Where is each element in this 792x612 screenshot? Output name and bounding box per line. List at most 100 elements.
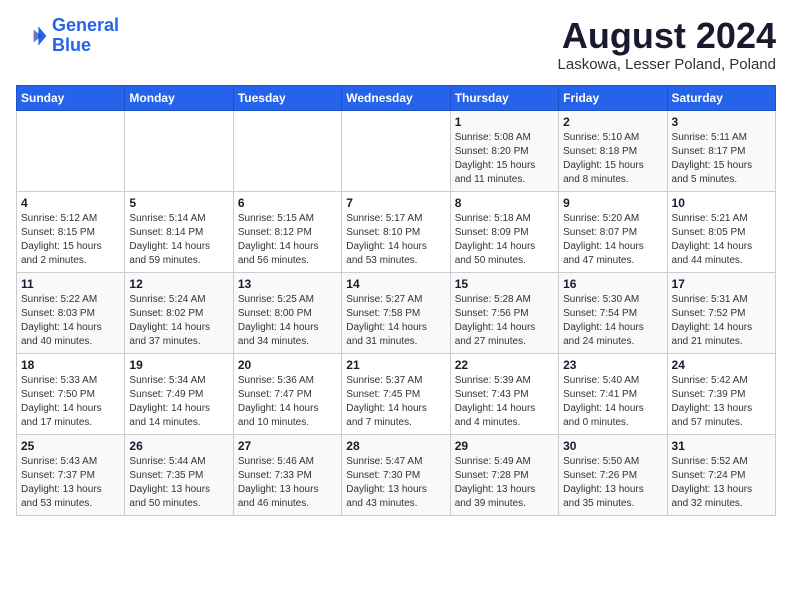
day-number: 1 <box>455 115 554 129</box>
calendar-cell: 5 Sunrise: 5:14 AM Sunset: 8:14 PM Daylig… <box>125 191 233 272</box>
main-title: August 2024 <box>558 16 776 56</box>
calendar-cell: 16 Sunrise: 5:30 AM Sunset: 7:54 PM Dayli… <box>559 272 667 353</box>
day-number: 20 <box>238 358 337 372</box>
day-number: 16 <box>563 277 662 291</box>
day-info: Sunrise: 5:46 AM Sunset: 7:33 PM Dayligh… <box>238 455 337 511</box>
header: General Blue August 2024 Laskowa, Lesser… <box>16 16 776 73</box>
day-number: 29 <box>455 439 554 453</box>
day-info: Sunrise: 5:33 AM Sunset: 7:50 PM Dayligh… <box>21 374 120 430</box>
day-info: Sunrise: 5:21 AM Sunset: 8:05 PM Dayligh… <box>672 212 771 268</box>
day-number: 24 <box>672 358 771 372</box>
day-info: Sunrise: 5:50 AM Sunset: 7:26 PM Dayligh… <box>563 455 662 511</box>
calendar-cell: 20 Sunrise: 5:36 AM Sunset: 7:47 PM Dayli… <box>233 353 341 434</box>
day-info: Sunrise: 5:44 AM Sunset: 7:35 PM Dayligh… <box>129 455 228 511</box>
calendar-cell: 7 Sunrise: 5:17 AM Sunset: 8:10 PM Daylig… <box>342 191 450 272</box>
day-info: Sunrise: 5:18 AM Sunset: 8:09 PM Dayligh… <box>455 212 554 268</box>
day-info: Sunrise: 5:39 AM Sunset: 7:43 PM Dayligh… <box>455 374 554 430</box>
calendar-cell: 1Sunrise: 5:08 AM Sunset: 8:20 PM Daylig… <box>450 110 558 191</box>
calendar-cell: 18 Sunrise: 5:33 AM Sunset: 7:50 PM Dayli… <box>17 353 125 434</box>
day-info: Sunrise: 5:25 AM Sunset: 8:00 PM Dayligh… <box>238 293 337 349</box>
header-friday: Friday <box>559 85 667 110</box>
calendar-cell: 2Sunrise: 5:10 AM Sunset: 8:18 PM Daylig… <box>559 110 667 191</box>
calendar-cell: 15 Sunrise: 5:28 AM Sunset: 7:56 PM Dayli… <box>450 272 558 353</box>
day-number: 21 <box>346 358 445 372</box>
day-info: Sunrise: 5:37 AM Sunset: 7:45 PM Dayligh… <box>346 374 445 430</box>
calendar-cell: 4 Sunrise: 5:12 AM Sunset: 8:15 PM Daylig… <box>17 191 125 272</box>
day-info: Sunrise: 5:28 AM Sunset: 7:56 PM Dayligh… <box>455 293 554 349</box>
day-info: Sunrise: 5:14 AM Sunset: 8:14 PM Dayligh… <box>129 212 228 268</box>
day-number: 12 <box>129 277 228 291</box>
title-block: August 2024 Laskowa, Lesser Poland, Pola… <box>558 16 776 73</box>
day-number: 19 <box>129 358 228 372</box>
week-row-3: 18 Sunrise: 5:33 AM Sunset: 7:50 PM Dayli… <box>17 353 776 434</box>
day-number: 28 <box>346 439 445 453</box>
day-number: 26 <box>129 439 228 453</box>
day-info: Sunrise: 5:49 AM Sunset: 7:28 PM Dayligh… <box>455 455 554 511</box>
calendar-cell: 8Sunrise: 5:18 AM Sunset: 8:09 PM Daylig… <box>450 191 558 272</box>
day-info: Sunrise: 5:24 AM Sunset: 8:02 PM Dayligh… <box>129 293 228 349</box>
day-number: 17 <box>672 277 771 291</box>
logo-icon <box>16 20 48 52</box>
day-info: Sunrise: 5:12 AM Sunset: 8:15 PM Dayligh… <box>21 212 120 268</box>
calendar-cell <box>125 110 233 191</box>
logo-line1: General <box>52 15 119 35</box>
header-thursday: Thursday <box>450 85 558 110</box>
calendar-cell: 17Sunrise: 5:31 AM Sunset: 7:52 PM Dayli… <box>667 272 775 353</box>
day-number: 14 <box>346 277 445 291</box>
calendar-cell: 12 Sunrise: 5:24 AM Sunset: 8:02 PM Dayli… <box>125 272 233 353</box>
calendar-cell: 29 Sunrise: 5:49 AM Sunset: 7:28 PM Dayli… <box>450 434 558 515</box>
calendar-cell <box>233 110 341 191</box>
day-number: 3 <box>672 115 771 129</box>
day-number: 27 <box>238 439 337 453</box>
day-info: Sunrise: 5:43 AM Sunset: 7:37 PM Dayligh… <box>21 455 120 511</box>
day-info: Sunrise: 5:34 AM Sunset: 7:49 PM Dayligh… <box>129 374 228 430</box>
day-number: 15 <box>455 277 554 291</box>
day-info: Sunrise: 5:17 AM Sunset: 8:10 PM Dayligh… <box>346 212 445 268</box>
calendar-cell: 24Sunrise: 5:42 AM Sunset: 7:39 PM Dayli… <box>667 353 775 434</box>
calendar-cell: 30 Sunrise: 5:50 AM Sunset: 7:26 PM Dayli… <box>559 434 667 515</box>
calendar-cell: 14Sunrise: 5:27 AM Sunset: 7:58 PM Dayli… <box>342 272 450 353</box>
calendar-cell: 6 Sunrise: 5:15 AM Sunset: 8:12 PM Daylig… <box>233 191 341 272</box>
header-saturday: Saturday <box>667 85 775 110</box>
day-number: 30 <box>563 439 662 453</box>
day-info: Sunrise: 5:47 AM Sunset: 7:30 PM Dayligh… <box>346 455 445 511</box>
logo: General Blue <box>16 16 119 56</box>
calendar-cell: 27 Sunrise: 5:46 AM Sunset: 7:33 PM Dayli… <box>233 434 341 515</box>
day-number: 31 <box>672 439 771 453</box>
subtitle: Laskowa, Lesser Poland, Poland <box>558 56 776 73</box>
day-number: 10 <box>672 196 771 210</box>
calendar-table: SundayMondayTuesdayWednesdayThursdayFrid… <box>16 85 776 516</box>
day-info: Sunrise: 5:30 AM Sunset: 7:54 PM Dayligh… <box>563 293 662 349</box>
page-container: General Blue August 2024 Laskowa, Lesser… <box>16 16 776 516</box>
day-number: 25 <box>21 439 120 453</box>
header-sunday: Sunday <box>17 85 125 110</box>
day-number: 5 <box>129 196 228 210</box>
calendar-cell: 31Sunrise: 5:52 AM Sunset: 7:24 PM Dayli… <box>667 434 775 515</box>
calendar-cell: 13 Sunrise: 5:25 AM Sunset: 8:00 PM Dayli… <box>233 272 341 353</box>
calendar-cell: 25 Sunrise: 5:43 AM Sunset: 7:37 PM Dayli… <box>17 434 125 515</box>
day-number: 18 <box>21 358 120 372</box>
calendar-cell: 28 Sunrise: 5:47 AM Sunset: 7:30 PM Dayli… <box>342 434 450 515</box>
day-number: 13 <box>238 277 337 291</box>
week-row-0: 1Sunrise: 5:08 AM Sunset: 8:20 PM Daylig… <box>17 110 776 191</box>
calendar-cell: 9 Sunrise: 5:20 AM Sunset: 8:07 PM Daylig… <box>559 191 667 272</box>
day-info: Sunrise: 5:40 AM Sunset: 7:41 PM Dayligh… <box>563 374 662 430</box>
week-row-4: 25 Sunrise: 5:43 AM Sunset: 7:37 PM Dayli… <box>17 434 776 515</box>
day-info: Sunrise: 5:11 AM Sunset: 8:17 PM Dayligh… <box>672 131 771 187</box>
calendar-cell: 22Sunrise: 5:39 AM Sunset: 7:43 PM Dayli… <box>450 353 558 434</box>
calendar-header: SundayMondayTuesdayWednesdayThursdayFrid… <box>17 85 776 110</box>
day-number: 4 <box>21 196 120 210</box>
calendar-cell: 23 Sunrise: 5:40 AM Sunset: 7:41 PM Dayli… <box>559 353 667 434</box>
day-number: 9 <box>563 196 662 210</box>
day-info: Sunrise: 5:36 AM Sunset: 7:47 PM Dayligh… <box>238 374 337 430</box>
calendar-cell: 11Sunrise: 5:22 AM Sunset: 8:03 PM Dayli… <box>17 272 125 353</box>
day-number: 6 <box>238 196 337 210</box>
week-row-1: 4 Sunrise: 5:12 AM Sunset: 8:15 PM Daylig… <box>17 191 776 272</box>
logo-text: General Blue <box>52 16 119 56</box>
day-number: 23 <box>563 358 662 372</box>
day-info: Sunrise: 5:15 AM Sunset: 8:12 PM Dayligh… <box>238 212 337 268</box>
day-number: 7 <box>346 196 445 210</box>
day-info: Sunrise: 5:20 AM Sunset: 8:07 PM Dayligh… <box>563 212 662 268</box>
day-number: 2 <box>563 115 662 129</box>
header-tuesday: Tuesday <box>233 85 341 110</box>
